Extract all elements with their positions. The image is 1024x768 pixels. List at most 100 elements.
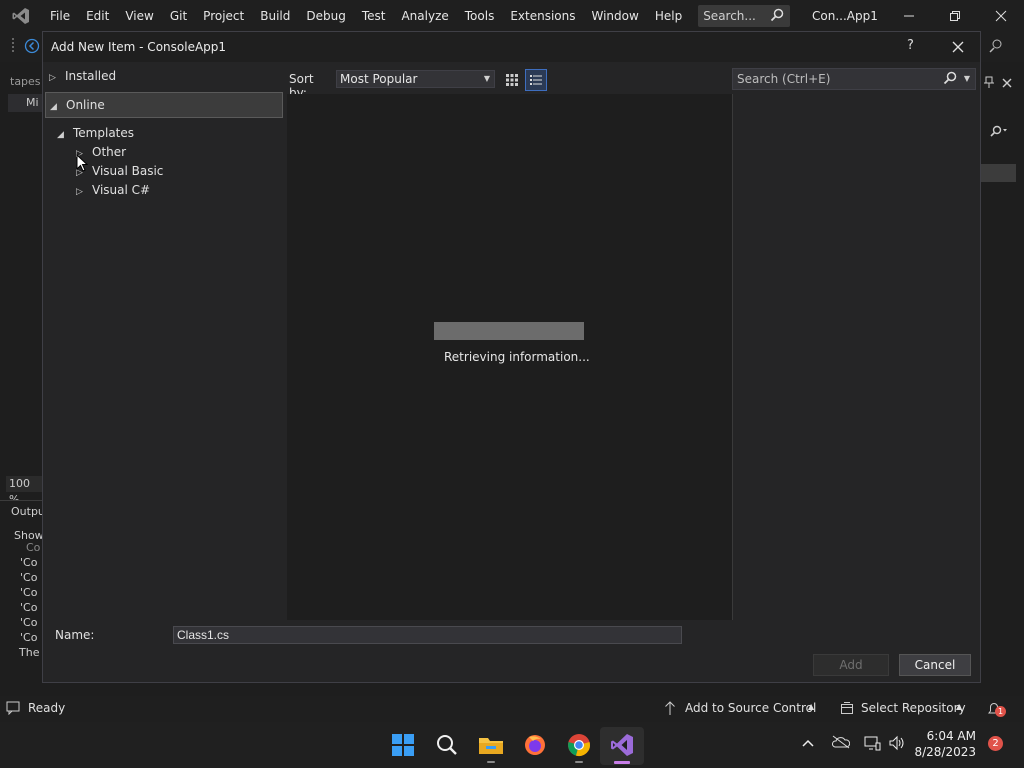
- list-view-icon[interactable]: [525, 69, 547, 91]
- file-explorer-icon[interactable]: [476, 730, 506, 760]
- restore-icon[interactable]: [932, 0, 978, 32]
- ready-icon: [6, 701, 20, 718]
- tree-node-templates[interactable]: ◢ Templates: [57, 123, 134, 143]
- ide-search-box[interactable]: Search...: [698, 5, 791, 27]
- status-bar: Ready Add to Source Control ▲ Select Rep…: [0, 696, 1024, 722]
- sort-by-dropdown[interactable]: Most Popular ▼: [336, 70, 495, 88]
- windows-start-icon[interactable]: [388, 730, 418, 760]
- caret-up-icon: ▲: [956, 702, 963, 711]
- mouse-cursor-icon: [76, 153, 89, 175]
- menu-help[interactable]: Help: [647, 0, 690, 32]
- tree-node-visual-csharp[interactable]: ▷ Visual C#: [76, 180, 150, 200]
- select-repository-button[interactable]: Select Repository: [861, 701, 966, 715]
- notification-center-badge[interactable]: 2: [988, 736, 1003, 751]
- cancel-button[interactable]: Cancel: [899, 654, 971, 676]
- help-button[interactable]: ?: [907, 38, 914, 53]
- output-line: 'Co: [20, 556, 38, 569]
- template-search-input[interactable]: Search (Ctrl+E) ▼: [732, 68, 976, 90]
- member-row: Mi: [8, 94, 42, 112]
- tree-node-label: Visual Basic: [92, 164, 164, 178]
- caret-up-icon: ▲: [808, 702, 815, 711]
- output-line: 'Co: [20, 586, 38, 599]
- menu-tools[interactable]: Tools: [457, 0, 503, 32]
- firefox-icon[interactable]: [520, 730, 550, 760]
- pin-icon[interactable]: [984, 76, 994, 91]
- loading-progress-bar: [434, 322, 584, 340]
- windows-taskbar: 6:04 AM 8/28/2023 2: [0, 722, 1024, 768]
- dialog-title: Add New Item - ConsoleApp1: [51, 40, 227, 54]
- visual-studio-icon[interactable]: [607, 730, 637, 760]
- menu-test[interactable]: Test: [354, 0, 394, 32]
- menu-git[interactable]: Git: [162, 0, 195, 32]
- chevron-down-icon: ▼: [483, 74, 490, 83]
- name-label: Name:: [55, 628, 95, 642]
- tree-node-label: Visual C#: [92, 183, 151, 197]
- sort-by-value: Most Popular: [340, 72, 418, 86]
- add-button[interactable]: Add: [813, 654, 889, 676]
- add-new-item-dialog: Add New Item - ConsoleApp1 ? ▷ Installed …: [42, 31, 981, 683]
- output-line: 'Co: [20, 571, 38, 584]
- tree-node-visual-basic[interactable]: ▷ Visual Basic: [76, 161, 163, 181]
- output-panel: Outpu Show Co 'Co 'Co 'Co 'Co 'Co 'Co Th…: [0, 500, 45, 690]
- menu-file[interactable]: File: [42, 0, 78, 32]
- live-share-icon[interactable]: [988, 38, 1004, 57]
- zoom-level[interactable]: 100 %: [6, 476, 42, 506]
- collapse-arrow-icon[interactable]: ◢: [50, 97, 60, 117]
- close-icon[interactable]: [1002, 77, 1012, 91]
- tree-node-online[interactable]: ◢ Online: [45, 92, 283, 118]
- ide-search-placeholder: Search...: [703, 9, 756, 23]
- search-icon: [770, 8, 784, 25]
- menu-analyze[interactable]: Analyze: [393, 0, 456, 32]
- expand-arrow-icon[interactable]: ▷: [76, 182, 86, 202]
- volume-icon[interactable]: [888, 735, 906, 754]
- document-tab[interactable]: tapes: [10, 75, 41, 88]
- template-details-pane: [732, 94, 980, 620]
- dialog-title-bar: Add New Item - ConsoleApp1 ?: [43, 32, 980, 62]
- template-search-placeholder: Search (Ctrl+E): [737, 72, 831, 86]
- menu-extensions[interactable]: Extensions: [502, 0, 583, 32]
- expand-arrow-icon[interactable]: ▷: [49, 68, 59, 88]
- name-field[interactable]: [173, 626, 682, 644]
- repository-icon: [840, 701, 854, 718]
- minimize-icon[interactable]: [886, 0, 932, 32]
- output-line: 'Co: [20, 631, 38, 644]
- menu-window[interactable]: Window: [584, 0, 647, 32]
- right-tool-window-fragment: [980, 62, 1024, 692]
- running-indicator: [575, 761, 583, 763]
- grip-icon: [12, 38, 16, 57]
- chevron-down-icon[interactable]: ▼: [964, 69, 970, 89]
- vs-logo-icon[interactable]: [0, 0, 42, 32]
- output-title: Outpu: [11, 505, 45, 518]
- search-icon[interactable]: [432, 730, 462, 760]
- menu-build[interactable]: Build: [252, 0, 298, 32]
- grid-view-icon[interactable]: [501, 70, 523, 90]
- tree-node-label: Installed: [65, 69, 117, 83]
- menu-project[interactable]: Project: [195, 0, 252, 32]
- output-line: Co: [26, 541, 41, 554]
- tree-node-label: Online: [66, 98, 105, 112]
- onedrive-icon[interactable]: [831, 735, 851, 752]
- close-icon[interactable]: [978, 0, 1024, 32]
- tree-node-label: Templates: [73, 126, 135, 140]
- tray-overflow-icon[interactable]: [802, 737, 814, 751]
- back-nav-icon[interactable]: [24, 38, 40, 57]
- loading-status-text: Retrieving information...: [444, 350, 590, 364]
- menu-edit[interactable]: Edit: [78, 0, 117, 32]
- close-icon[interactable]: [947, 36, 969, 58]
- add-to-source-control-button[interactable]: Add to Source Control: [685, 701, 816, 715]
- chrome-icon[interactable]: [564, 730, 594, 760]
- search-icon[interactable]: [990, 125, 1008, 140]
- output-line: 'Co: [20, 601, 38, 614]
- collapse-arrow-icon[interactable]: ◢: [57, 125, 67, 145]
- clock-date[interactable]: 8/28/2023: [908, 745, 976, 759]
- search-icon: [943, 71, 957, 91]
- running-indicator: [487, 761, 495, 763]
- menu-view[interactable]: View: [117, 0, 161, 32]
- status-ready: Ready: [28, 701, 66, 715]
- clock-time[interactable]: 6:04 AM: [920, 729, 976, 743]
- output-line: The: [19, 646, 40, 659]
- menu-debug[interactable]: Debug: [298, 0, 353, 32]
- template-list: Retrieving information...: [287, 94, 732, 620]
- tree-node-installed[interactable]: ▷ Installed: [49, 66, 116, 86]
- network-icon[interactable]: [864, 735, 882, 754]
